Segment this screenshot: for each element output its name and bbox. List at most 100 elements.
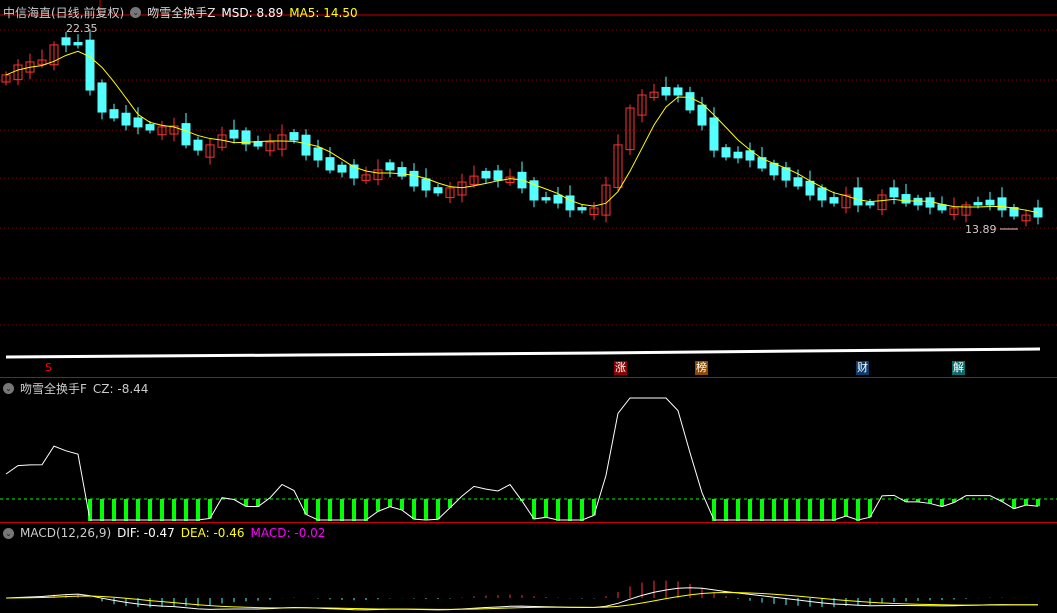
- cz-bar: [592, 499, 596, 516]
- cz-bar: [172, 499, 176, 521]
- cz-bar: [580, 499, 584, 521]
- candle-body: [685, 92, 695, 111]
- candle-body: [481, 170, 491, 179]
- dropdown-icon[interactable]: ⌄: [130, 7, 142, 18]
- cz-bar: [544, 499, 548, 518]
- dea-value: DEA: -0.46: [180, 526, 245, 540]
- candle-body: [577, 207, 587, 211]
- panel-divider[interactable]: [0, 522, 1057, 523]
- dropdown-icon[interactable]: ⌄: [3, 383, 14, 394]
- candle-body: [97, 82, 107, 113]
- candle-body: [901, 194, 911, 204]
- main-header: 中信海直(日线,前复权) ⌄ 吻雪全换手Z MSD: 8.89 MA5: 14.…: [3, 4, 358, 21]
- candle-body: [145, 124, 155, 131]
- candle-body: [301, 134, 311, 156]
- candle-body: [229, 129, 239, 139]
- candle-body: [541, 197, 551, 201]
- cz-bar: [328, 499, 332, 521]
- cz-bar: [184, 499, 188, 521]
- cz-bar: [412, 499, 416, 520]
- cz-bar: [568, 499, 572, 521]
- cz-bar: [400, 499, 404, 511]
- candle-body: [661, 86, 671, 96]
- candle-body: [937, 204, 947, 211]
- cumulative-line: [5, 347, 1041, 359]
- high-price-label: 22.35: [66, 22, 98, 35]
- candle-body: [433, 187, 443, 194]
- cz-bar: [424, 499, 428, 520]
- cz-header: ⌄ 吻雪全换手F CZ: -8.44: [3, 380, 148, 397]
- cz-value: CZ: -8.44: [92, 381, 149, 396]
- cz-bar: [1024, 499, 1028, 506]
- indicator-name: 吻雪全换手Z: [147, 6, 216, 20]
- cz-bar: [556, 499, 560, 521]
- candle-body: [289, 132, 299, 141]
- msd-value: MSD: 8.89: [221, 5, 284, 20]
- candle-body: [121, 112, 131, 126]
- candle-body: [829, 197, 839, 204]
- candle-body: [721, 147, 731, 158]
- cz-bar: [364, 499, 368, 521]
- candle-body: [193, 139, 203, 151]
- candle-body: [73, 42, 83, 46]
- marker-jie[interactable]: 解: [952, 361, 965, 375]
- low-price-label: 13.89: [965, 223, 997, 236]
- candle-body: [673, 87, 683, 96]
- macd-value: MACD: -0.02: [250, 526, 326, 540]
- candle-body: [109, 109, 119, 119]
- marker-bang[interactable]: 榜: [695, 361, 708, 375]
- cz-bar: [748, 499, 752, 521]
- candle-body: [805, 180, 815, 196]
- candle-body: [133, 117, 143, 128]
- cz-bar: [784, 499, 788, 521]
- cz-bar: [316, 499, 320, 521]
- dif-line: [5, 587, 1039, 611]
- candle-body: [385, 162, 395, 171]
- candle-body: [865, 202, 875, 206]
- dif-value: DIF: -0.47: [117, 526, 175, 540]
- candle-body: [757, 157, 767, 169]
- marker-cai[interactable]: 财: [856, 361, 869, 375]
- cz-bar: [136, 499, 140, 521]
- candle-body: [913, 197, 923, 206]
- cz-bar: [100, 499, 104, 521]
- candle-body: [421, 178, 431, 191]
- candle-body: [409, 170, 419, 187]
- macd-title: MACD(12,26,9): [20, 526, 112, 540]
- dropdown-icon[interactable]: ⌄: [3, 527, 14, 539]
- cz-bar: [856, 499, 860, 521]
- candle-body: [985, 199, 995, 206]
- candle-body: [565, 195, 575, 211]
- cz-bar: [808, 499, 812, 521]
- cz-bar: [376, 499, 380, 512]
- candle-body: [325, 157, 335, 171]
- cz-bar: [1036, 499, 1040, 507]
- cz-title: 吻雪全换手F: [20, 382, 87, 396]
- candle-body: [853, 187, 863, 206]
- cz-bar: [148, 499, 152, 521]
- ma5-value: MA5: 14.50: [289, 5, 358, 20]
- candle-body: [793, 177, 803, 187]
- marker-zhang[interactable]: 涨: [614, 361, 627, 375]
- cz-bar: [1012, 499, 1016, 509]
- candle-body: [85, 39, 95, 91]
- candle-body: [973, 202, 983, 206]
- candle-body: [709, 117, 719, 151]
- cz-bar: [820, 499, 824, 521]
- cz-bar: [340, 499, 344, 521]
- candle-body: [493, 170, 503, 181]
- cz-bar: [760, 499, 764, 521]
- candle-body: [697, 104, 707, 126]
- cz-bar: [160, 499, 164, 521]
- cz-bar: [832, 499, 836, 521]
- candle-body: [181, 123, 191, 146]
- dea-line: [5, 592, 1039, 610]
- cz-bar: [796, 499, 800, 521]
- cz-bar: [724, 499, 728, 521]
- candle-body: [313, 147, 323, 161]
- cz-bar: [772, 499, 776, 521]
- candle-body: [889, 187, 899, 198]
- marker-s[interactable]: S: [44, 361, 53, 375]
- panel-divider[interactable]: [0, 377, 1057, 378]
- cz-bar: [388, 499, 392, 507]
